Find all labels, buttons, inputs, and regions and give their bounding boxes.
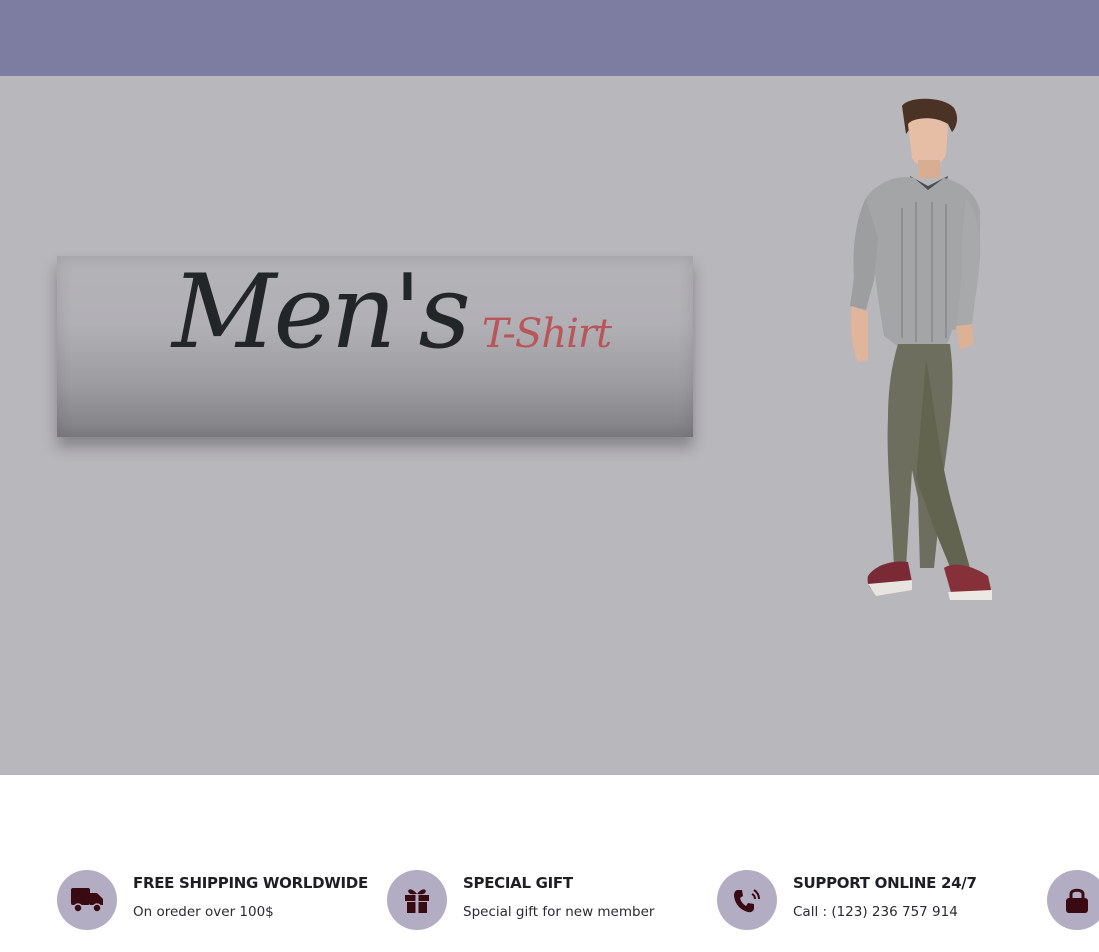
hero-title: Men's T-Shirt <box>172 262 612 364</box>
feature-title: SUPPORT ONLINE 24/7 <box>793 874 977 892</box>
phone-icon <box>734 889 760 913</box>
phone-icon-circle <box>717 870 777 930</box>
gift-icon <box>405 889 429 913</box>
feature-title: FREE SHIPPING WORLDWIDE <box>133 874 368 892</box>
top-bar <box>0 0 1099 76</box>
feature-free-shipping: FREE SHIPPING WORLDWIDE On oreder over 1… <box>57 870 368 932</box>
lock-icon-circle <box>1047 870 1099 930</box>
features-strip: FREE SHIPPING WORLDWIDE On oreder over 1… <box>0 775 1099 952</box>
feature-title: SPECIAL GIFT <box>463 874 573 892</box>
hero-title-sub: T-Shirt <box>481 311 612 357</box>
hero-title-box: Men's T-Shirt <box>57 256 693 437</box>
feature-support-online: SUPPORT ONLINE 24/7 Call : (123) 236 757… <box>717 870 1017 932</box>
feature-special-gift: SPECIAL GIFT Special gift for new member <box>387 870 687 932</box>
hero-model-image <box>816 98 996 603</box>
truck-icon-circle <box>57 870 117 930</box>
feature-desc: Special gift for new member <box>463 904 655 920</box>
lock-icon <box>1066 888 1088 913</box>
hero-banner: Men's T-Shirt <box>0 76 1099 775</box>
gift-icon-circle <box>387 870 447 930</box>
feature-secure <box>1047 870 1099 932</box>
feature-desc: On oreder over 100$ <box>133 904 274 920</box>
hero-title-main: Men's <box>172 253 471 372</box>
feature-desc: Call : (123) 236 757 914 <box>793 904 958 920</box>
truck-icon <box>71 888 103 913</box>
